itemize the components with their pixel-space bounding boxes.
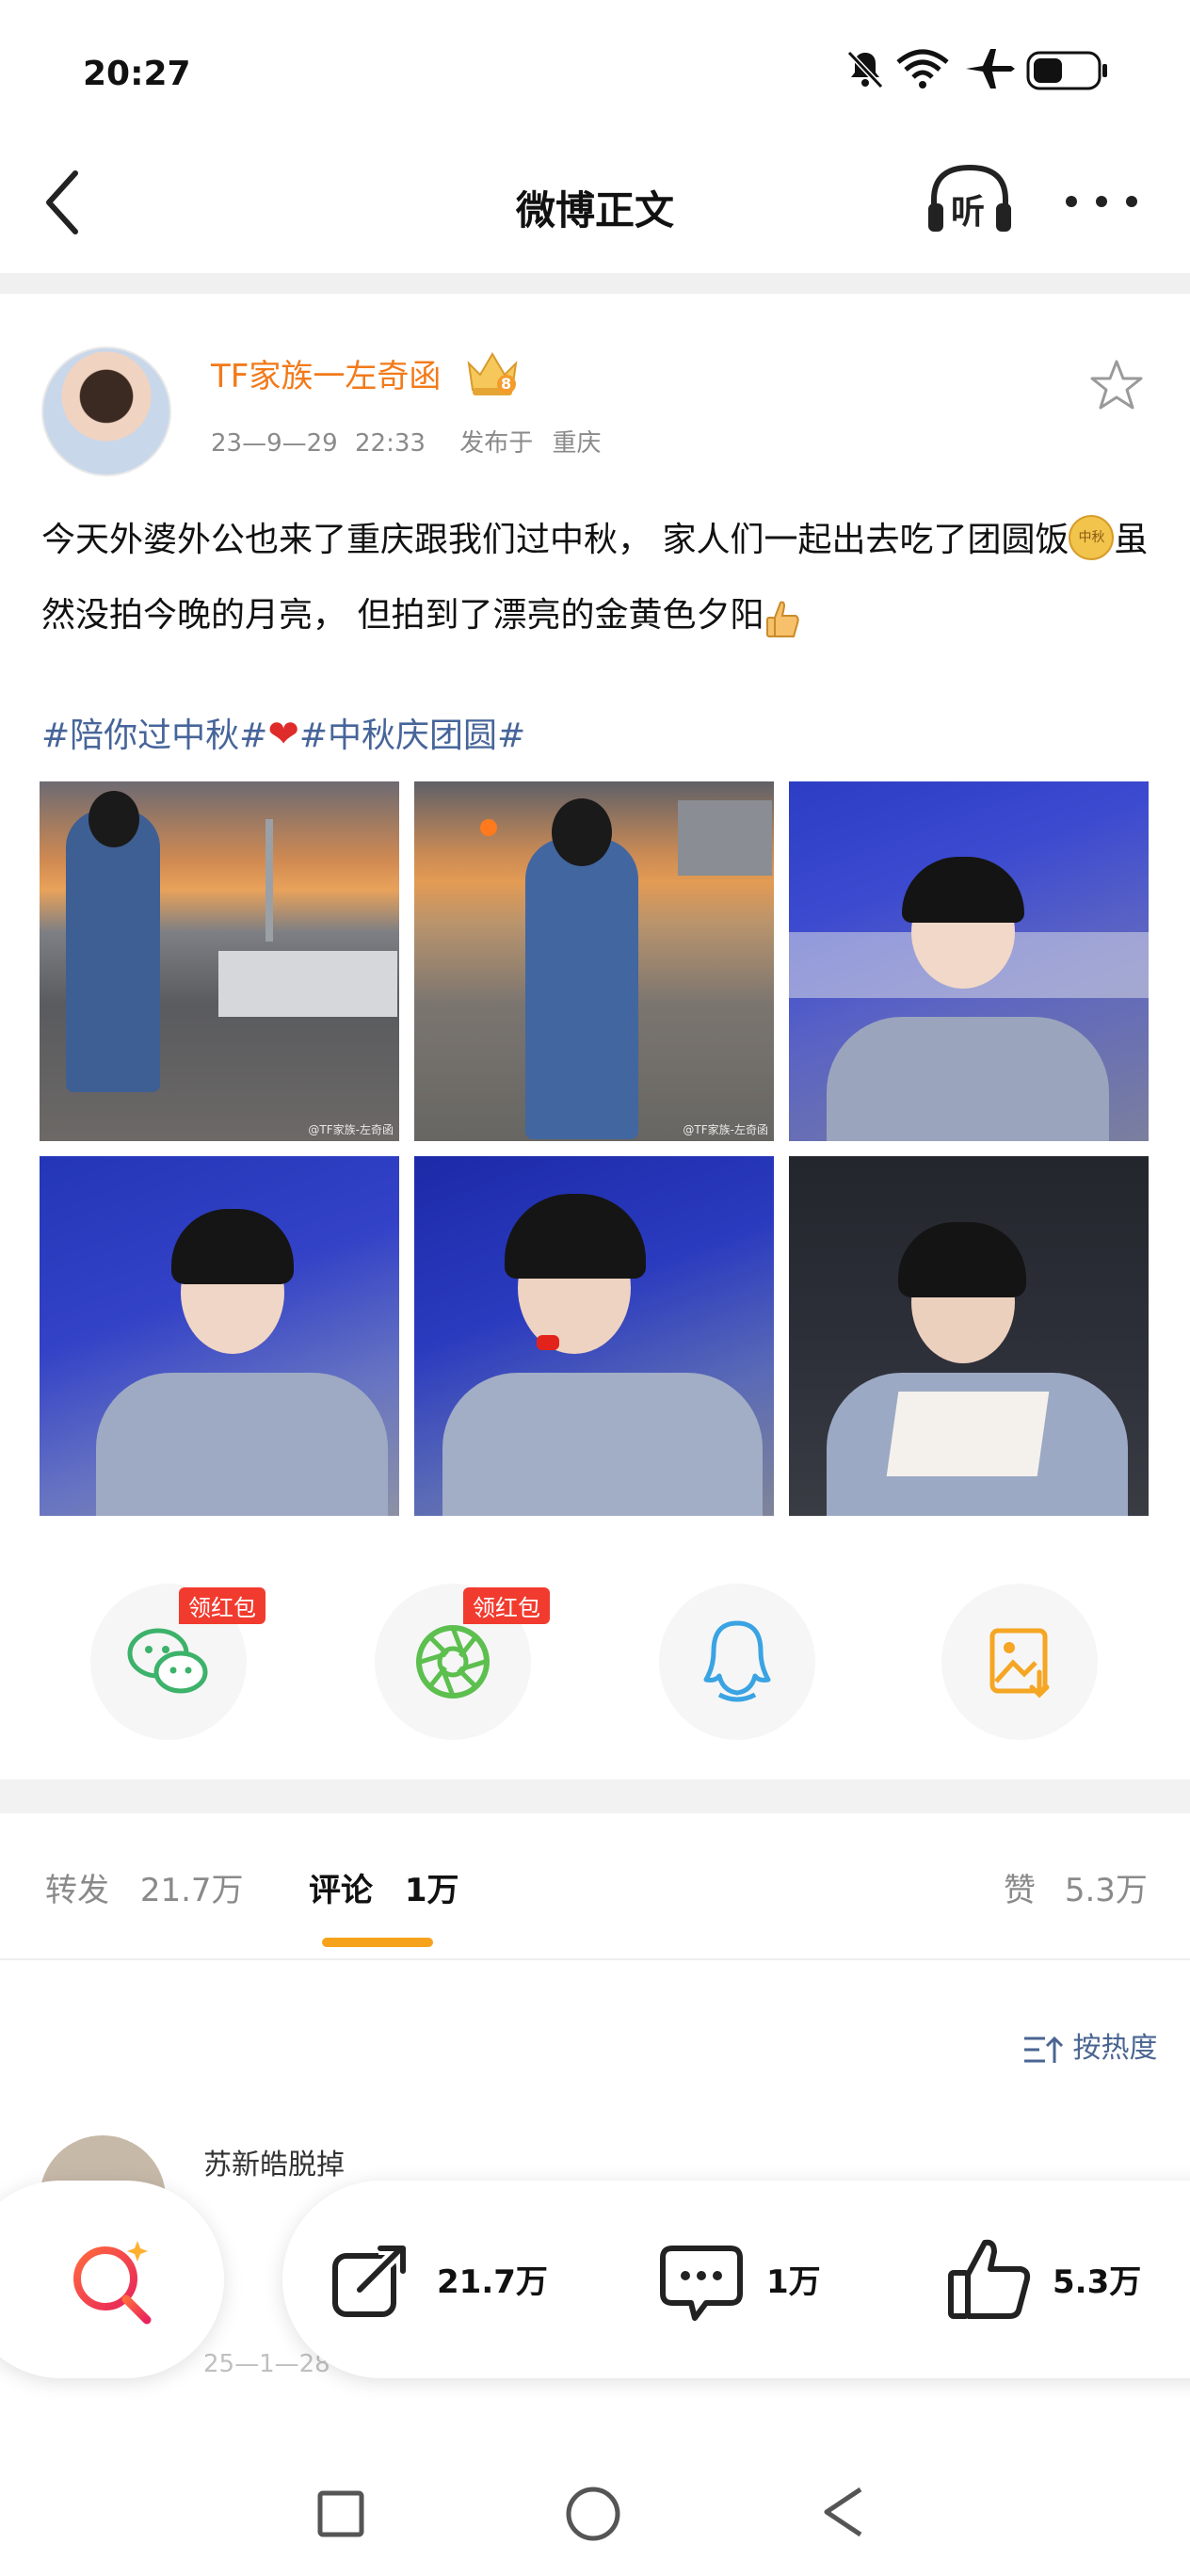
photo-eating-portrait[interactable] xyxy=(789,1156,1149,1516)
hashtag-row: #陪你过中秋#❤#中秋庆团圆# xyxy=(41,708,525,757)
author-name[interactable]: TF家族一左奇函 xyxy=(211,350,441,396)
redpack-badge: 领红包 xyxy=(179,1587,265,1624)
sort-label: 按热度 xyxy=(1072,2032,1158,2065)
photo-watermark: @TF家族-左奇函 xyxy=(683,1123,768,1136)
save-image-icon xyxy=(989,1628,1050,1699)
wechat-icon xyxy=(127,1628,208,1694)
like-button[interactable] xyxy=(947,2237,1032,2322)
location-label: 发布于 xyxy=(459,429,534,458)
comment-date: 25—1—28 xyxy=(203,2350,330,2378)
tab-repost-count: 21.7万 xyxy=(139,1872,244,1909)
photo-watermark: @TF家族-左奇函 xyxy=(308,1123,394,1136)
photo-sunset-river-back-1[interactable]: @TF家族-左奇函 xyxy=(40,781,399,1141)
repost-count: 21.7万 xyxy=(437,2263,548,2301)
post-text-part-1: 今天外婆外公也来了重庆跟我们过中秋， 家人们一起出去吃了团圆饭 xyxy=(41,521,1069,559)
tab-comments[interactable]: 评论 1万 xyxy=(309,1864,459,1910)
hashtag-2[interactable]: #中秋庆团圆# xyxy=(299,716,525,755)
listen-button[interactable]: 听 xyxy=(923,162,1017,237)
moments-icon xyxy=(416,1625,490,1699)
post-time: 22:33 xyxy=(354,429,426,458)
mid-autumn-emoji: 中秋 xyxy=(1069,515,1115,560)
tab-repost[interactable]: 转发 21.7万 xyxy=(45,1864,244,1910)
save-image-button[interactable] xyxy=(941,1584,1098,1740)
thumbs-up-icon xyxy=(948,2239,1031,2319)
recent-apps-icon[interactable] xyxy=(316,2489,365,2538)
photo-sunset-river-back-2[interactable]: @TF家族-左奇函 xyxy=(414,781,774,1141)
tab-likes-count: 5.3万 xyxy=(1064,1872,1148,1909)
airplane-icon xyxy=(966,49,1015,89)
redpack-badge: 领红包 xyxy=(463,1587,550,1624)
like-count: 5.3万 xyxy=(1053,2263,1142,2301)
mute-bell-icon xyxy=(846,50,884,89)
post-date: 23—9—29 xyxy=(211,429,338,458)
comment-username[interactable]: 苏新皓脱掉 xyxy=(203,2141,345,2182)
share-qq-button[interactable] xyxy=(659,1584,815,1740)
crown-badge-icon[interactable]: 8 xyxy=(463,346,522,399)
post-body: 今天外婆外公也来了重庆跟我们过中秋， 家人们一起出去吃了团圆饭 中秋 虽然没拍今晚的… xyxy=(41,503,1152,653)
active-tab-indicator xyxy=(322,1938,433,1947)
tab-repost-label: 转发 xyxy=(45,1872,109,1909)
share-arrow-icon xyxy=(332,2242,410,2317)
sort-icon xyxy=(1024,2036,1064,2063)
photo-restaurant-portrait-3[interactable] xyxy=(414,1156,774,1516)
battery-icon xyxy=(1026,51,1107,90)
tab-divider xyxy=(0,1958,1190,1960)
wifi-icon xyxy=(896,49,949,89)
listen-label: 听 xyxy=(951,193,986,232)
qq-icon xyxy=(703,1620,771,1702)
more-dots-icon[interactable] xyxy=(1064,194,1139,209)
hashtag-1[interactable]: #陪你过中秋# xyxy=(41,716,267,755)
home-icon[interactable] xyxy=(565,2486,621,2542)
sort-by-hot-button[interactable]: 按热度 xyxy=(1022,2024,1158,2067)
comment-bubble-icon xyxy=(660,2246,743,2321)
status-time: 20:27 xyxy=(83,55,191,93)
ai-search-icon[interactable] xyxy=(68,2235,158,2326)
author-avatar[interactable] xyxy=(41,346,171,476)
badge-level: 8 xyxy=(501,375,512,393)
tab-comments-label: 评论 xyxy=(309,1872,373,1909)
comment-button[interactable] xyxy=(659,2241,744,2326)
thumbs-up-emoji xyxy=(764,592,801,637)
heart-emoji: ❤ xyxy=(267,713,299,756)
favorite-star-icon[interactable] xyxy=(1088,358,1145,414)
post-meta: 23—9—29 22:33 发布于 重庆 xyxy=(211,424,601,459)
section-divider xyxy=(0,1779,1190,1813)
tab-likes[interactable]: 赞 5.3万 xyxy=(1004,1864,1148,1910)
photo-restaurant-portrait-1[interactable] xyxy=(789,781,1149,1141)
tab-comments-count: 1万 xyxy=(404,1872,459,1909)
tab-likes-label: 赞 xyxy=(1004,1872,1036,1909)
post-location: 重庆 xyxy=(552,429,602,458)
section-divider xyxy=(0,273,1190,294)
comment-count: 1万 xyxy=(766,2263,821,2301)
photo-restaurant-portrait-2[interactable] xyxy=(40,1156,399,1516)
back-triangle-icon[interactable] xyxy=(819,2484,868,2540)
